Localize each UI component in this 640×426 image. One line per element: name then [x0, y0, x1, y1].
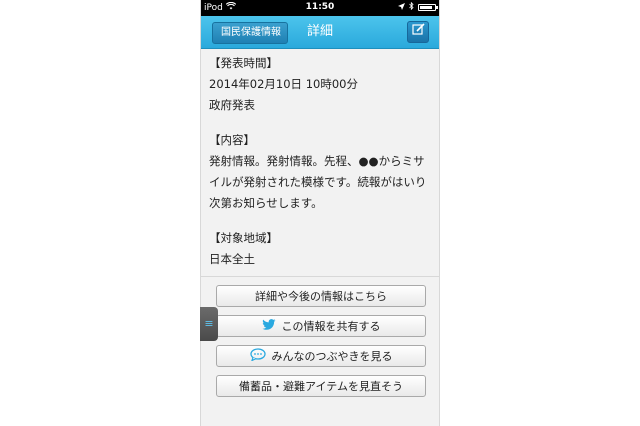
share-button[interactable]: この情報を共有する — [216, 315, 426, 337]
tweets-button-label: みんなのつぶやきを見る — [271, 350, 393, 363]
share-button-label: この情報を共有する — [281, 320, 381, 333]
announcement-datetime: 2014年02月10日 10時00分 — [209, 77, 358, 91]
detail-content: 【発表時間】 2014年02月10日 10時00分 政府発表 【内容】 発射情報… — [201, 49, 439, 270]
twitter-bird-icon — [261, 318, 276, 334]
target-area-value: 日本全土 — [209, 252, 255, 266]
back-button[interactable]: 国民保護情報 — [212, 22, 288, 44]
section-heading: 【内容】 — [209, 133, 255, 147]
menu-lines-icon: ≡ — [204, 317, 214, 330]
tweets-button[interactable]: みんなのつぶやきを見る — [216, 345, 426, 367]
navigation-bar: 国民保護情報 詳細 — [201, 16, 439, 49]
battery-icon — [418, 4, 438, 11]
announcement-source: 政府発表 — [209, 98, 255, 112]
compose-button[interactable] — [407, 21, 429, 43]
side-menu-handle[interactable]: ≡ — [200, 307, 218, 341]
section-heading: 【対象地域】 — [209, 231, 278, 245]
content-text: 発射情報。発射情報。先程、●●からミサイルが発射された模様です。続報がはいり次第… — [209, 154, 427, 210]
status-right — [398, 1, 438, 13]
compose-icon — [411, 23, 425, 40]
back-button-label: 国民保護情報 — [221, 27, 281, 38]
section-target-area: 【対象地域】 日本全土 — [209, 228, 433, 270]
more-info-button[interactable]: 詳細や今後の情報はこちら — [216, 285, 426, 307]
supplies-button-label: 備蓄品・避難アイテムを見直そう — [239, 380, 403, 393]
location-arrow-icon — [398, 2, 405, 13]
status-bar: iPod 11:50 — [201, 0, 439, 16]
bluetooth-icon — [409, 1, 414, 13]
supplies-button[interactable]: 備蓄品・避難アイテムを見直そう — [216, 375, 426, 397]
action-buttons: 詳細や今後の情報はこちら この情報を共有する みんなのつぶやきを見る 備蓄品・避… — [201, 277, 439, 397]
speech-bubble-icon — [249, 348, 266, 364]
section-content: 【内容】 発射情報。発射情報。先程、●●からミサイルが発射された模様です。続報が… — [209, 130, 433, 214]
more-info-button-label: 詳細や今後の情報はこちら — [255, 290, 387, 303]
section-announcement-time: 【発表時間】 2014年02月10日 10時00分 政府発表 — [209, 53, 433, 116]
app-screen: iPod 11:50 国民保護情報 詳細 【発表時間】 2014年02月10日 … — [200, 0, 440, 426]
section-heading: 【発表時間】 — [209, 56, 278, 70]
